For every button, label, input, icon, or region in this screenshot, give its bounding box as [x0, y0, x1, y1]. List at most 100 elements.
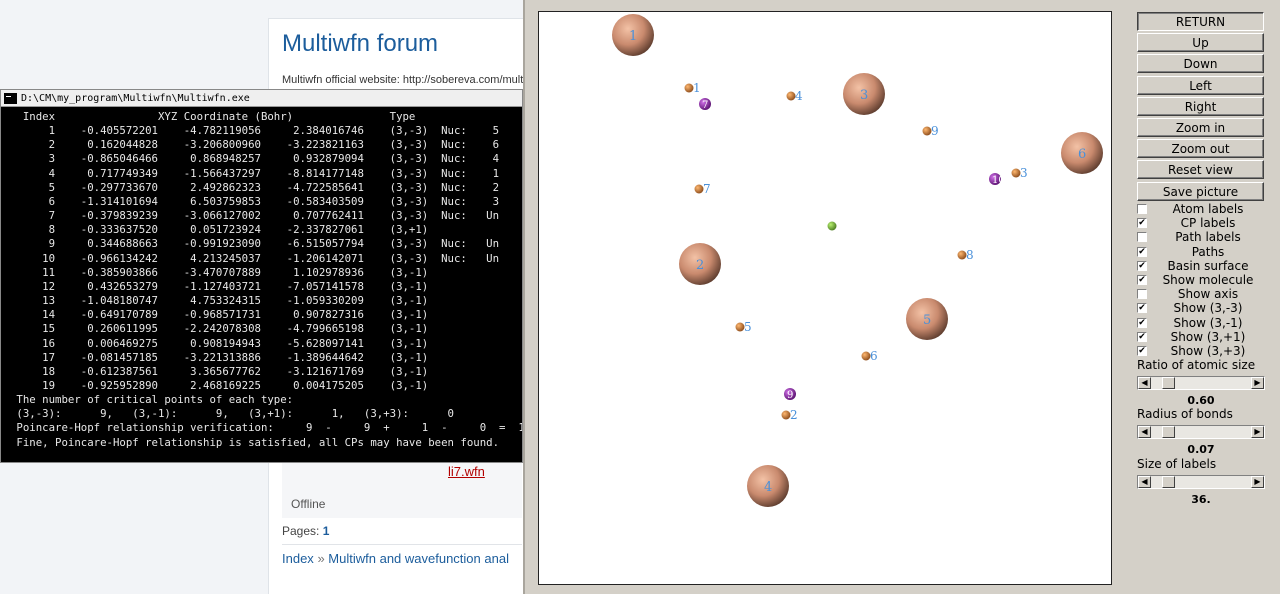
atom-label: 4 [764, 480, 772, 495]
console-app-icon [4, 92, 17, 104]
cp-label: 3 [1020, 166, 1028, 180]
checkbox-show-3-1[interactable]: ✔ Show (3,+1) [1137, 330, 1245, 344]
atom-label: 6 [1078, 147, 1086, 162]
checkbox-show-3-1[interactable]: ✔ Show (3,-1) [1137, 316, 1242, 330]
atom-label: 1 [629, 29, 637, 44]
checkbox-basin-surface[interactable]: ✔ Basin surface [1137, 259, 1248, 273]
slider-track[interactable]: ◀ ▶ [1137, 475, 1265, 489]
cp-table-row: 10 -0.966134242 4.213245037 -1.206142071… [10, 251, 500, 265]
atom-label: 3 [860, 88, 868, 103]
cp-table-row: 16 0.006469275 0.908194943 -5.628097141 … [10, 336, 429, 350]
arrow-right-icon[interactable]: ▶ [1251, 476, 1264, 488]
checkmark-icon[interactable]: ✔ [1137, 275, 1147, 285]
checkbox-cp-labels[interactable]: ✔ CP labels [1137, 216, 1235, 230]
console-output: Index XYZ Coordinate (Bohr) Type 1 -0.40… [1, 107, 522, 450]
checkbox-paths[interactable]: ✔ Paths [1137, 245, 1224, 259]
return-button[interactable]: RETURN [1137, 12, 1264, 31]
pagination: Pages: 1 [282, 524, 329, 538]
cp-table-row: 4 0.717749349 -1.566437297 -8.814177148 … [10, 166, 500, 180]
breadcrumb-index[interactable]: Index [282, 551, 314, 566]
summary-counts: (3,-3): 9, (3,-1): 9, (3,+1): 1, (3,+3):… [10, 407, 454, 421]
arrow-left-icon[interactable]: ◀ [1138, 377, 1151, 389]
forum-website-text: Multiwfn official website: http://sobere… [282, 74, 523, 86]
console-titlebar[interactable]: D:\CM\my_program\Multiwfn\Multiwfn.exe [1, 90, 522, 107]
cp-table-row: 2 0.162044828 -3.206800960 -3.223821163 … [10, 138, 500, 152]
breadcrumb-separator: » [317, 551, 325, 566]
checkbox-box[interactable] [1137, 289, 1147, 300]
console-title: D:\CM\my_program\Multiwfn\Multiwfn.exe [21, 92, 250, 104]
user-status-offline: Offline [291, 497, 326, 511]
divider [282, 544, 522, 545]
cp-label: 9 [931, 124, 939, 138]
page-link-1[interactable]: 1 [323, 524, 330, 538]
slider-label: Ratio of atomic size [1137, 358, 1256, 372]
checkbox-path-labels[interactable]: Path labels [1137, 230, 1241, 244]
slider-thumb[interactable] [1161, 377, 1175, 389]
cp-table: 1 -0.405572201 -4.782119056 2.384016746 … [10, 124, 499, 392]
critical-point [827, 221, 837, 231]
cp-table-row: 6 -1.314101694 6.503759853 -0.583403509 … [10, 194, 500, 208]
cp-label: 2 [790, 408, 798, 422]
up-button[interactable]: Up [1137, 33, 1264, 53]
checkmark-icon[interactable]: ✔ [1137, 260, 1147, 271]
cp-table-row: 5 -0.297733670 2.492862323 -4.722585641 … [10, 180, 500, 194]
molecule-canvas[interactable]: 1 3 6 2 5 4 1 7 4 9 10 3 7 8 5 6 9 2 [538, 11, 1112, 585]
cp-label: 1 [693, 81, 701, 95]
atom-label: 2 [696, 258, 704, 273]
zoom-in-button[interactable]: Zoom in [1137, 118, 1264, 137]
right-button[interactable]: Right [1137, 96, 1264, 116]
checkmark-icon[interactable]: ✔ [1137, 346, 1147, 356]
console-window[interactable]: D:\CM\my_program\Multiwfn\Multiwfn.exe I… [0, 89, 523, 463]
cp-table-row: 14 -0.649170789 -0.968571731 0.907827316… [10, 308, 429, 322]
checkmark-icon[interactable]: ✔ [1137, 303, 1147, 314]
cp-label: 7 [702, 100, 708, 111]
cp-label: 7 [703, 182, 711, 196]
checkbox-box[interactable] [1137, 232, 1147, 243]
breadcrumb: Index » Multiwfn and wavefunction anal [282, 551, 509, 566]
slider-label: Radius of bonds [1137, 407, 1233, 421]
slider-label: Size of labels [1137, 457, 1217, 471]
save-picture-button[interactable]: Save picture [1137, 181, 1264, 201]
cp-label: 4 [795, 89, 803, 103]
cp-table-row: 17 -0.081457185 -3.221313886 -1.38964464… [10, 350, 429, 364]
slider-value: 0.60 [1187, 394, 1215, 407]
slider-thumb[interactable] [1161, 426, 1175, 438]
slider-track[interactable]: ◀ ▶ [1137, 376, 1265, 390]
left-button[interactable]: Left [1137, 75, 1264, 95]
fine-line: Fine, Poincare-Hopf relationship is sati… [10, 435, 500, 449]
arrow-right-icon[interactable]: ▶ [1251, 426, 1264, 438]
molecule-scene[interactable]: 1362541749103785692 [539, 12, 1113, 586]
checkbox-show-3-3[interactable]: ✔ Show (3,+3) [1137, 344, 1245, 358]
cp-table-row: 19 -0.925952890 2.468169225 0.004175205 … [10, 378, 429, 392]
cp-table-row: 15 0.260611995 -2.242078308 -4.799665198… [10, 322, 429, 336]
reset-view-button[interactable]: Reset view [1137, 160, 1264, 180]
checkbox-atom-labels[interactable]: Atom labels [1137, 202, 1243, 216]
console-header: Index XYZ Coordinate (Bohr) Type [10, 110, 416, 123]
forum-title[interactable]: Multiwfn forum [282, 30, 438, 58]
slider-track[interactable]: ◀ ▶ [1137, 425, 1265, 439]
attachment-link[interactable]: li7.wfn [448, 464, 485, 479]
zoom-out-button[interactable]: Zoom out [1137, 139, 1264, 159]
checkmark-icon[interactable]: ✔ [1137, 317, 1147, 328]
checkbox-show-molecule[interactable]: ✔ Show molecule [1137, 273, 1253, 287]
cp-table-row: 11 -0.385903866 -3.470707889 1.102978936… [10, 265, 429, 279]
checkmark-icon[interactable]: ✔ [1137, 246, 1147, 257]
slider-thumb[interactable] [1161, 476, 1175, 488]
pages-label: Pages: [282, 524, 320, 538]
checkmark-icon[interactable]: ✔ [1137, 331, 1147, 342]
arrow-left-icon[interactable]: ◀ [1138, 476, 1151, 488]
cp-table-row: 7 -0.379839239 -3.066127002 0.707762411 … [10, 209, 500, 223]
checkbox-box[interactable] [1137, 204, 1147, 214]
arrow-left-icon[interactable]: ◀ [1138, 426, 1151, 438]
breadcrumb-section[interactable]: Multiwfn and wavefunction anal [328, 551, 509, 566]
cp-table-row: 3 -0.865046466 0.868948257 0.932879094 (… [10, 152, 500, 166]
arrow-right-icon[interactable]: ▶ [1251, 377, 1264, 389]
checkmark-icon[interactable]: ✔ [1137, 218, 1147, 229]
poincare-line: Poincare-Hopf relationship verification:… [10, 421, 523, 435]
down-button[interactable]: Down [1137, 54, 1264, 74]
cp-table-row: 13 -1.048180747 4.753324315 -1.059330209… [10, 294, 429, 308]
checkbox-show-3-3[interactable]: ✔ Show (3,-3) [1137, 301, 1242, 315]
checkbox-show-axis[interactable]: Show axis [1137, 287, 1238, 301]
cp-label: 5 [744, 320, 752, 334]
cp-label: 6 [870, 349, 878, 363]
